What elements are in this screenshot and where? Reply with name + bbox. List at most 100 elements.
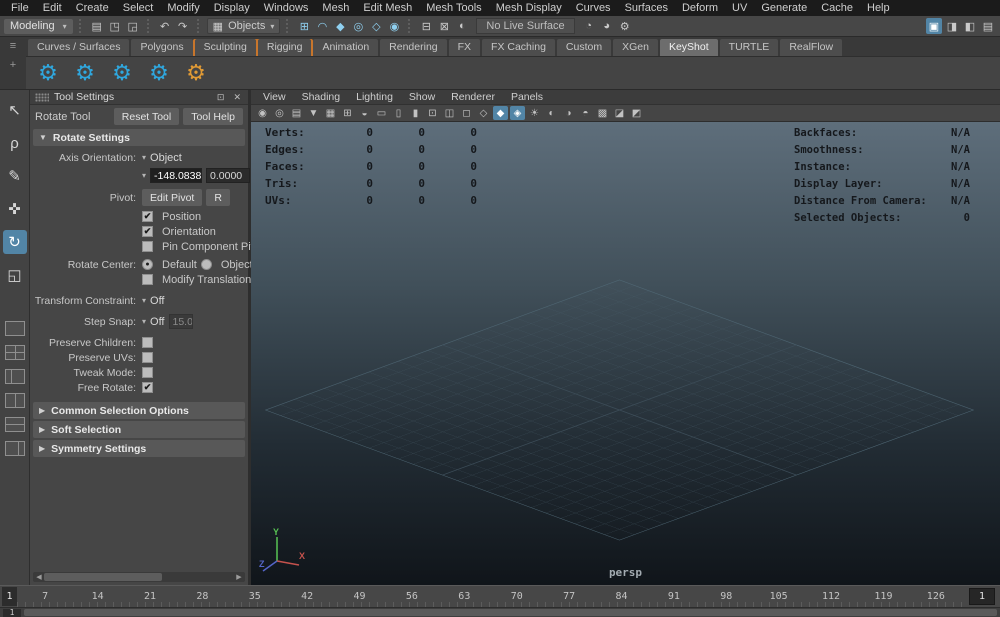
shelf-tab[interactable]: TURTLE: [719, 38, 779, 56]
menu-item[interactable]: Help: [860, 2, 897, 14]
input-connections-icon[interactable]: ⊟: [418, 18, 434, 34]
snap-to-grid-icon[interactable]: ⊞: [296, 18, 312, 34]
viewport-canvas[interactable]: Verts: 0 0 0 Edges: 0 0 0 Faces: 0 0 0 T…: [251, 122, 1000, 585]
default-radio[interactable]: ●: [142, 259, 153, 270]
orientation-checkbox[interactable]: ✔: [142, 226, 153, 237]
shelf-tab[interactable]: XGen: [613, 38, 658, 56]
keyshot-update-icon[interactable]: ⚙: [71, 61, 99, 84]
wireframe-icon[interactable]: ◇: [476, 106, 491, 120]
current-time-field[interactable]: 1: [969, 588, 995, 605]
open-scene-icon[interactable]: ◳: [107, 18, 123, 34]
bookmarks-icon[interactable]: ▼: [306, 106, 321, 120]
range-slider-bar[interactable]: [24, 609, 997, 616]
shelf-tab[interactable]: Rigging: [257, 38, 312, 56]
collapsed-section-header[interactable]: ▶ Common Selection Options: [33, 402, 245, 419]
lock-camera-icon[interactable]: ◎: [272, 106, 287, 120]
layout-two-pane-stacked-button[interactable]: [4, 417, 25, 432]
shelf-tab[interactable]: FX: [448, 38, 481, 56]
tool-settings-toggle-icon[interactable]: ◧: [962, 18, 978, 34]
free-rotate-checkbox[interactable]: ✔: [142, 382, 153, 393]
axis-orientation-dropdown[interactable]: ▾ Object: [142, 152, 246, 164]
menuset-dropdown[interactable]: Modeling ▾: [4, 18, 73, 34]
edit-pivot-button[interactable]: Edit Pivot: [142, 189, 203, 206]
isolate-select-icon[interactable]: ◩: [629, 106, 644, 120]
position-checkbox[interactable]: ✔: [142, 211, 153, 222]
shelf-tab[interactable]: Animation: [313, 38, 379, 56]
scale-tool-icon[interactable]: ◱: [3, 263, 27, 287]
menu-item[interactable]: Create: [69, 2, 116, 14]
layout-persp-graph-button[interactable]: [4, 441, 25, 456]
menu-item[interactable]: Deform: [675, 2, 725, 14]
shelf-tab[interactable]: RealFlow: [780, 38, 843, 56]
shelf-tab[interactable]: Polygons: [131, 38, 193, 56]
layout-single-pane-button[interactable]: [4, 321, 25, 336]
menu-item[interactable]: File: [4, 2, 36, 14]
viewport-menu-item[interactable]: Lighting: [348, 91, 401, 103]
pin-component-pivot-checkbox[interactable]: [142, 241, 153, 252]
transform-constraint-dropdown[interactable]: ▾ Off: [142, 295, 246, 307]
modeling-toolkit-toggle-icon[interactable]: ▣: [926, 18, 942, 34]
xray-icon[interactable]: ◪: [612, 106, 627, 120]
menu-item[interactable]: Select: [116, 2, 161, 14]
collapsed-section-header[interactable]: ▶ Soft Selection: [33, 421, 245, 438]
dock-panel-icon[interactable]: ⊡: [215, 92, 227, 103]
selection-mask-dropdown[interactable]: ▦ Objects ▾: [206, 18, 281, 34]
scrollbar-thumb[interactable]: [44, 573, 162, 581]
menu-item[interactable]: Edit: [36, 2, 69, 14]
close-icon[interactable]: ✕: [231, 92, 243, 103]
paint-select-tool-icon[interactable]: ✎: [3, 164, 27, 188]
shelf-tab[interactable]: Curves / Surfaces: [28, 38, 130, 56]
menu-item[interactable]: Display: [207, 2, 257, 14]
output-connections-icon[interactable]: ⊠: [436, 18, 452, 34]
field-chart-icon[interactable]: ⊡: [425, 106, 440, 120]
channel-box-toggle-icon[interactable]: ▤: [980, 18, 996, 34]
collapsed-section-header[interactable]: ▶ Symmetry Settings: [33, 440, 245, 457]
attribute-editor-toggle-icon[interactable]: ◨: [944, 18, 960, 34]
viewport-menu-item[interactable]: Show: [401, 91, 443, 103]
rotate-tool-icon[interactable]: ↻: [2, 230, 27, 254]
shelf-tab[interactable]: Rendering: [380, 38, 447, 56]
save-scene-icon[interactable]: ◲: [125, 18, 141, 34]
menu-item[interactable]: Mesh Tools: [419, 2, 488, 14]
scroll-right-icon[interactable]: ▶: [234, 573, 244, 581]
layout-outliner-persp-button[interactable]: [4, 369, 25, 384]
snap-to-view-plane-icon[interactable]: ◇: [368, 18, 384, 34]
ipr-render-icon[interactable]: ◕: [599, 18, 615, 34]
camera-attributes-icon[interactable]: ▤: [289, 106, 304, 120]
keyshot-export-icon[interactable]: ⚙: [34, 61, 62, 84]
modify-translation-checkbox[interactable]: [142, 274, 153, 285]
menu-item[interactable]: Generate: [754, 2, 814, 14]
menu-item[interactable]: Surfaces: [618, 2, 675, 14]
film-gate-icon[interactable]: ▭: [374, 106, 389, 120]
preserve-children-checkbox[interactable]: [142, 337, 153, 348]
preserve-uvs-checkbox[interactable]: [142, 352, 153, 363]
menu-item[interactable]: Cache: [814, 2, 860, 14]
safe-action-icon[interactable]: ◫: [442, 106, 457, 120]
menu-item[interactable]: Mesh: [315, 2, 356, 14]
object-radio[interactable]: [200, 259, 212, 270]
range-slider[interactable]: 1: [0, 607, 1000, 617]
viewport-menu-item[interactable]: Shading: [294, 91, 349, 103]
construction-history-icon[interactable]: ◐: [454, 18, 470, 34]
tweak-mode-checkbox[interactable]: [142, 367, 153, 378]
textured-mode-icon[interactable]: ◈: [510, 106, 525, 120]
lasso-tool-icon[interactable]: ρ: [3, 131, 27, 155]
keyshot-send-scene-icon[interactable]: ⚙: [145, 61, 173, 84]
drag-handle-icon[interactable]: [35, 92, 49, 102]
live-surface-field[interactable]: No Live Surface: [476, 18, 575, 34]
layout-two-pane-side-button[interactable]: [4, 393, 25, 408]
select-tool-icon[interactable]: ↖: [3, 98, 27, 122]
menu-item[interactable]: Mesh Display: [489, 2, 569, 14]
horizontal-scrollbar[interactable]: ◀ ▶: [33, 572, 245, 582]
tool-help-button[interactable]: Tool Help: [183, 108, 243, 125]
motion-blur-icon[interactable]: ◓: [578, 106, 593, 120]
shaded-mode-icon[interactable]: ◆: [493, 106, 508, 120]
rotate-settings-header[interactable]: ▼ Rotate Settings: [33, 129, 245, 146]
snap-to-curve-icon[interactable]: ◠: [314, 18, 330, 34]
rotate-value-field-2[interactable]: 0.0000: [206, 168, 251, 183]
safe-title-icon[interactable]: ◻: [459, 106, 474, 120]
reset-pivot-button[interactable]: R: [206, 189, 230, 206]
multisample-aa-icon[interactable]: ▩: [595, 106, 610, 120]
gate-mask-icon[interactable]: ▮: [408, 106, 423, 120]
shelf-tab[interactable]: KeyShot: [659, 38, 718, 56]
